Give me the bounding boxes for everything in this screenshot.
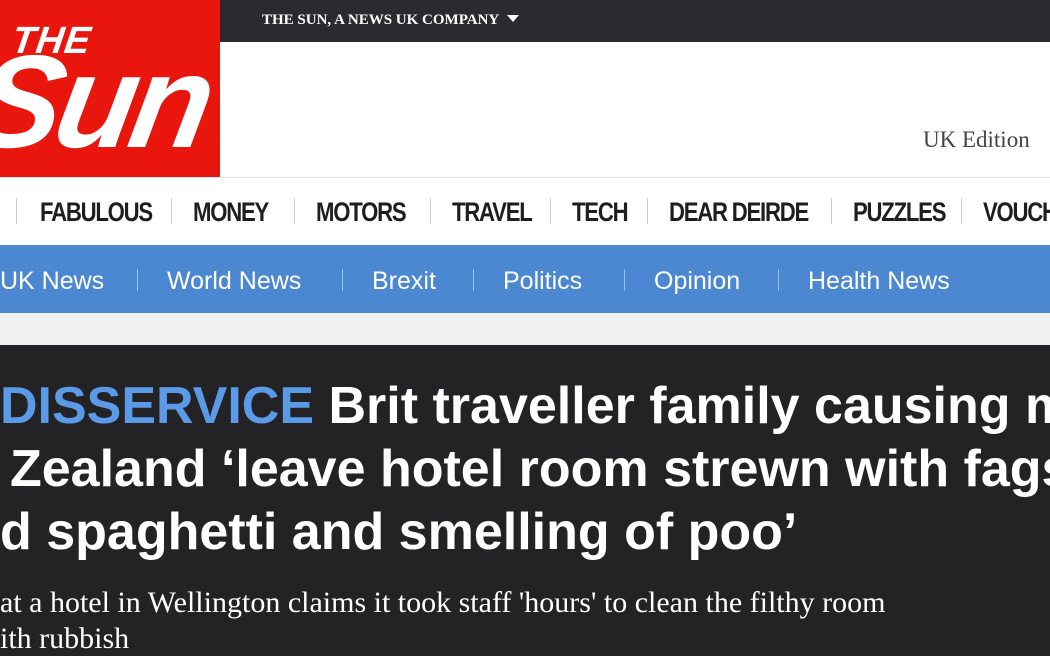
the-sun-logo[interactable]: THE Sun (0, 0, 220, 177)
subnav-item-uk-news[interactable]: UK News (0, 269, 104, 294)
headline-line-1: DISSERVICE Brit traveller family causing… (0, 375, 1050, 438)
caret-down-icon (507, 15, 520, 23)
nav-separator (294, 198, 295, 224)
headline-line-2: Zealand ‘leave hotel room strewn with fa… (10, 440, 1050, 498)
nav-item-vouchers[interactable]: VOUCH (983, 199, 1050, 226)
nav-item-dear-deirde[interactable]: DEAR DEIRDE (669, 199, 809, 226)
nav-separator (831, 198, 832, 224)
nav-separator (961, 198, 962, 224)
nav-separator (430, 198, 431, 224)
edition-selector[interactable]: UK Edition (923, 127, 1030, 153)
subnav-separator (473, 269, 474, 291)
nav-item-motors[interactable]: MOTORS (316, 199, 407, 226)
subnav-item-opinion[interactable]: Opinion (654, 269, 740, 294)
subnav-separator (137, 269, 138, 291)
subnav-separator (778, 269, 779, 291)
company-dropdown[interactable]: THE SUN, A NEWS UK COMPANY (262, 12, 520, 29)
logo-sun-text: Sun (0, 28, 220, 175)
subnav-item-politics[interactable]: Politics (503, 269, 582, 294)
subnav-item-world-news[interactable]: World News (167, 269, 301, 294)
standfirst-line-2: ith rubbish (0, 622, 130, 655)
nav-separator (16, 198, 17, 224)
nav-item-tech[interactable]: TECH (572, 199, 629, 226)
article-kicker: DISSERVICE (0, 377, 315, 435)
standfirst-line-1: at a hotel in Wellington claims it took … (0, 586, 886, 619)
headline-text-1: Brit traveller family causing m (328, 377, 1050, 435)
subnav-separator (342, 269, 343, 291)
sub-nav: UK News World News Brexit Politics Opini… (0, 245, 1050, 313)
nav-item-fabulous[interactable]: FABULOUS (40, 199, 153, 226)
subnav-item-health-news[interactable]: Health News (808, 269, 950, 294)
headline-line-3: d spaghetti and smelling of poo’ (0, 503, 798, 561)
company-label: THE SUN, A NEWS UK COMPANY (262, 12, 500, 28)
nav-separator (171, 198, 172, 224)
spacer-bar (0, 313, 1050, 345)
nav-item-travel[interactable]: TRAVEL (452, 199, 533, 226)
subnav-separator (624, 269, 625, 291)
nav-item-money[interactable]: MONEY (193, 199, 269, 226)
nav-separator (647, 198, 648, 224)
article-header: DISSERVICE Brit traveller family causing… (0, 345, 1050, 656)
nav-item-puzzles[interactable]: PUZZLES (853, 199, 946, 226)
nav-separator (550, 198, 551, 224)
active-tab-underline (0, 245, 1050, 249)
main-nav: FABULOUS MONEY MOTORS TRAVEL TECH DEAR D… (0, 177, 1050, 246)
subnav-item-brexit[interactable]: Brexit (372, 269, 436, 294)
